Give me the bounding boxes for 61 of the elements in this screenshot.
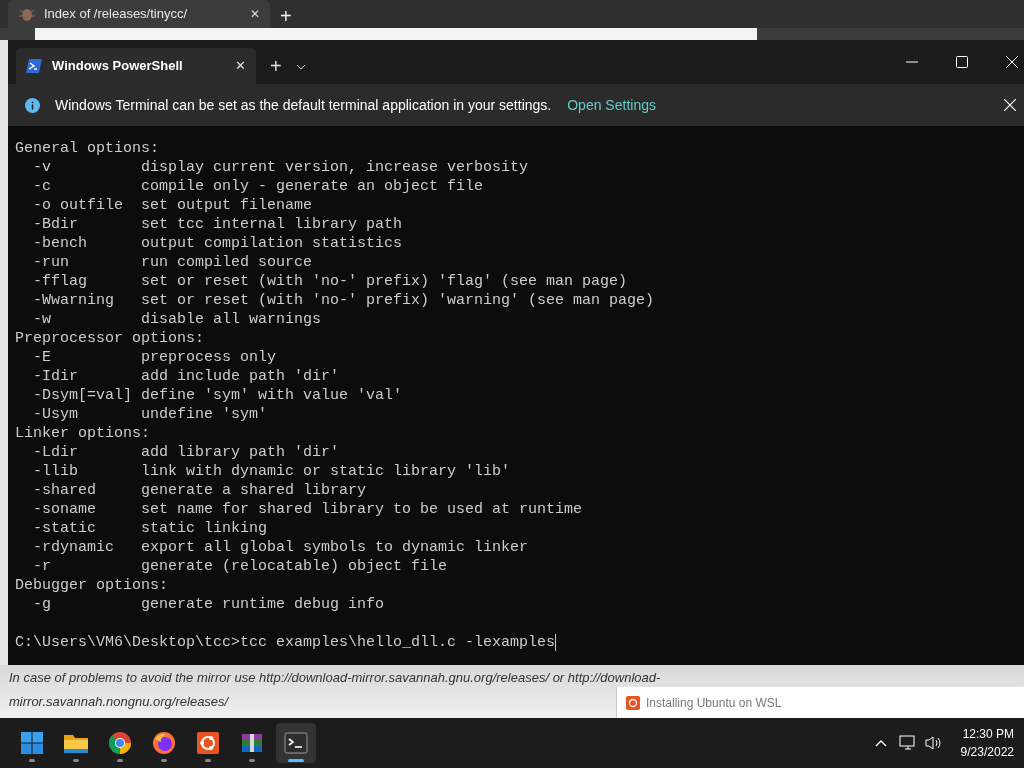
terminal-line: -rdynamic export all global symbols to dynamic linker — [32, 538, 529, 557]
mirror-note-line: In case of problems to avoid the mirror use http://download-mirror.savannah.gnu.org/releases/ or http://download- — [9, 670, 661, 685]
tab-title: Index of /releases/tinycc/ — [44, 5, 189, 24]
terminal-line: -shared generate a shared library — [32, 481, 367, 500]
terminal-line: -Usym undefine 'sym' — [32, 405, 268, 424]
text-cursor — [555, 634, 557, 651]
close-button[interactable]: ✕ — [250, 5, 260, 23]
terminal-line: -c compile only - generate an object file — [32, 177, 484, 196]
terminal-line: -g generate runtime debug info — [32, 595, 385, 614]
toast-text: Installing Ubuntu on WSL — [646, 694, 782, 712]
terminal-line: -Bdir set tcc internal library path — [32, 215, 403, 234]
windows-icon — [20, 731, 44, 755]
info-icon — [25, 97, 40, 113]
network-icon[interactable] — [898, 735, 917, 751]
powershell-icon — [26, 59, 42, 73]
firefox-icon — [152, 731, 176, 755]
terminal-line: -o outfile set output filename — [32, 196, 313, 215]
terminal-line: Debugger options: — [15, 576, 169, 595]
maximize-icon[interactable] — [956, 56, 968, 68]
terminal-line: -Ldir add library path 'dir' — [32, 443, 340, 462]
terminal-line: -v display current version, increase verbosity — [32, 158, 529, 177]
terminal-line: -Wwarning set or reset (with 'no-' prefix) 'warning' (see man page) — [32, 291, 655, 310]
chrome-icon — [108, 731, 132, 755]
terminal-line: General options: — [15, 139, 160, 158]
browser-tab[interactable]: Index of /releases/tinycc/ ✕ — [8, 0, 270, 28]
caret-up-icon[interactable] — [874, 739, 887, 747]
speaker-icon[interactable] — [924, 735, 943, 751]
ubuntu-icon — [626, 695, 640, 710]
clock-date[interactable]: 9/23/2022 — [960, 743, 1014, 761]
terminal-icon — [284, 732, 308, 754]
taskbar-app[interactable] — [276, 723, 316, 763]
terminal-line: -r generate (relocatable) object file — [32, 557, 448, 576]
terminal-line: -llib link with dynamic or static library 'lib' — [32, 462, 511, 481]
new-tab-button[interactable]: + — [270, 56, 282, 76]
terminal-line: -static static linking — [32, 519, 268, 538]
tab-title: Windows PowerShell — [52, 57, 184, 76]
books-icon — [240, 731, 264, 755]
terminal-line: -E preprocess only — [32, 348, 277, 367]
terminal-line: -w disable all warnings — [32, 310, 322, 329]
new-tab-button[interactable]: + — [278, 6, 294, 26]
terminal-line: Linker options: — [15, 424, 151, 443]
terminal-line: -fflag set or reset (with 'no-' prefix) 'flag' (see man page) — [32, 272, 628, 291]
close-button[interactable]: ✕ — [235, 56, 246, 76]
notification-toast[interactable]: Installing Ubuntu on WSL — [616, 687, 1024, 718]
terminal-line: -soname set name for shared library to be used at runtime — [32, 500, 583, 519]
close-icon[interactable] — [1004, 99, 1016, 111]
mirror-note-line: mirror.savannah.nongnu.org/releases/ — [9, 694, 229, 709]
terminal-line: -bench output compilation statistics — [32, 234, 403, 253]
ubuntu-icon — [196, 731, 220, 755]
clock-time[interactable]: 12:30 PM — [962, 725, 1014, 743]
info-message: Windows Terminal can be set as the default terminal application in your settings. — [55, 95, 552, 115]
terminal-tab[interactable]: Windows PowerShell ✕ — [16, 48, 256, 84]
close-icon[interactable] — [1006, 56, 1018, 68]
open-settings-link[interactable]: Open Settings — [567, 94, 656, 116]
terminal-line: -Idir add include path 'dir' — [32, 367, 340, 386]
command-prompt: C:\Users\VM6\Desktop\tcc>tcc examples\hello_dll.c -lexamples — [15, 633, 556, 652]
terminal-line: Preprocessor options: — [15, 329, 205, 348]
terminal-line: -run run compiled source — [32, 253, 313, 272]
terminal-line: -Dsym[=val] define 'sym' with value 'val' — [32, 386, 403, 405]
chevron-down-icon[interactable] — [295, 64, 306, 70]
bug-icon — [18, 6, 36, 22]
